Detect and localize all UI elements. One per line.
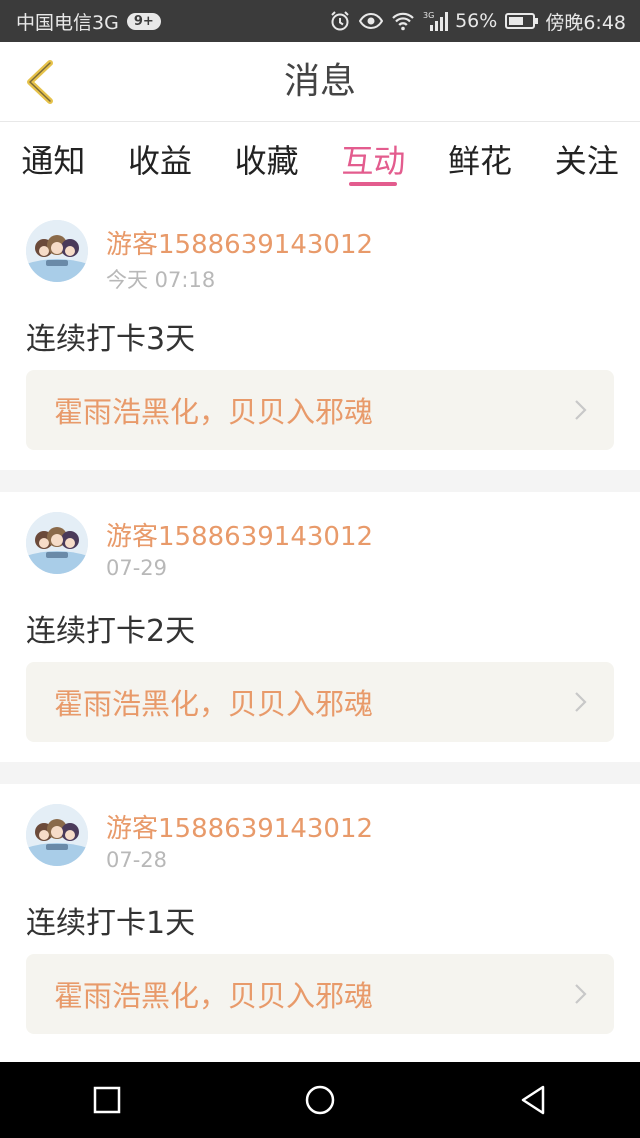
avatar[interactable]: [26, 804, 88, 866]
triangle-back-icon: [522, 1085, 545, 1115]
timestamp: 07-29: [106, 556, 168, 580]
avatar[interactable]: [26, 220, 88, 282]
quoted-content-link[interactable]: 霍雨浩黑化，贝贝入邪魂: [26, 370, 614, 450]
notification-count-badge: 9+: [126, 12, 161, 30]
wifi-icon: [391, 11, 415, 31]
network-type-label: 3G: [423, 11, 434, 20]
status-bar: 中国电信3G 9+ 3G 56% 傍晚6:48: [0, 0, 640, 42]
system-back-button[interactable]: [493, 1070, 573, 1130]
tab-notifications[interactable]: 通知: [0, 122, 107, 200]
page-title: 消息: [283, 61, 356, 102]
signal-icon: 3G: [423, 10, 449, 32]
interaction-feed: 游客1588639143012 今天 07:18 连续打卡3天 霍雨浩黑化，贝贝…: [0, 200, 640, 1054]
clock-time: 傍晚6:48: [545, 11, 626, 34]
battery-icon: [505, 12, 539, 30]
chevron-right-icon: [575, 984, 587, 1004]
tab-bar: 通知 收益 收藏 互动 鲜花 关注: [0, 122, 640, 200]
divider: [0, 762, 640, 784]
timestamp: 07-28: [106, 848, 168, 872]
quoted-content-text: 霍雨浩黑化，贝贝入邪魂: [54, 395, 374, 429]
feed-item: 游客1588639143012 07-29 连续打卡2天 霍雨浩黑化，贝贝入邪魂: [0, 492, 640, 762]
status-bar-left: 中国电信3G 9+: [16, 8, 161, 35]
back-button[interactable]: [14, 56, 64, 108]
quoted-content-text: 霍雨浩黑化，贝贝入邪魂: [54, 687, 374, 721]
chevron-right-icon: [575, 692, 587, 712]
tab-following[interactable]: 关注: [533, 122, 640, 200]
eye-icon: [359, 12, 384, 30]
message-text: 连续打卡2天: [26, 614, 196, 649]
message-text: 连续打卡1天: [26, 906, 196, 941]
status-bar-right: 3G 56% 傍晚6:48: [321, 8, 626, 35]
username[interactable]: 游客1588639143012: [106, 516, 373, 553]
tab-favorites[interactable]: 收藏: [213, 122, 320, 200]
username[interactable]: 游客1588639143012: [106, 224, 373, 261]
quoted-content-text: 霍雨浩黑化，贝贝入邪魂: [54, 979, 374, 1013]
quoted-content-link[interactable]: 霍雨浩黑化，贝贝入邪魂: [26, 662, 614, 742]
quoted-content-link[interactable]: 霍雨浩黑化，贝贝入邪魂: [26, 954, 614, 1034]
square-icon: [93, 1086, 120, 1114]
feed-item: 游客1588639143012 今天 07:18 连续打卡3天 霍雨浩黑化，贝贝…: [0, 200, 640, 470]
message-text: 连续打卡3天: [26, 322, 196, 357]
divider: [0, 470, 640, 492]
username[interactable]: 游客1588639143012: [106, 808, 373, 845]
circle-icon: [305, 1085, 335, 1115]
tab-interactions[interactable]: 互动: [320, 122, 427, 200]
battery-percent: 56%: [455, 10, 498, 32]
carrier-label: 中国电信3G: [16, 11, 119, 34]
feed-item: 游客1588639143012 07-28 连续打卡1天 霍雨浩黑化，贝贝入邪魂: [0, 784, 640, 1054]
system-navigation-bar: [0, 1062, 640, 1138]
recents-button[interactable]: [67, 1070, 147, 1130]
alarm-icon: [329, 10, 351, 32]
tab-earnings[interactable]: 收益: [107, 122, 214, 200]
home-button[interactable]: [280, 1070, 360, 1130]
page-header: 消息: [0, 42, 640, 122]
chevron-left-icon: [27, 60, 53, 104]
chevron-right-icon: [575, 400, 587, 420]
timestamp: 今天 07:18: [106, 268, 216, 292]
avatar[interactable]: [26, 512, 88, 574]
tab-flowers[interactable]: 鲜花: [427, 122, 534, 200]
